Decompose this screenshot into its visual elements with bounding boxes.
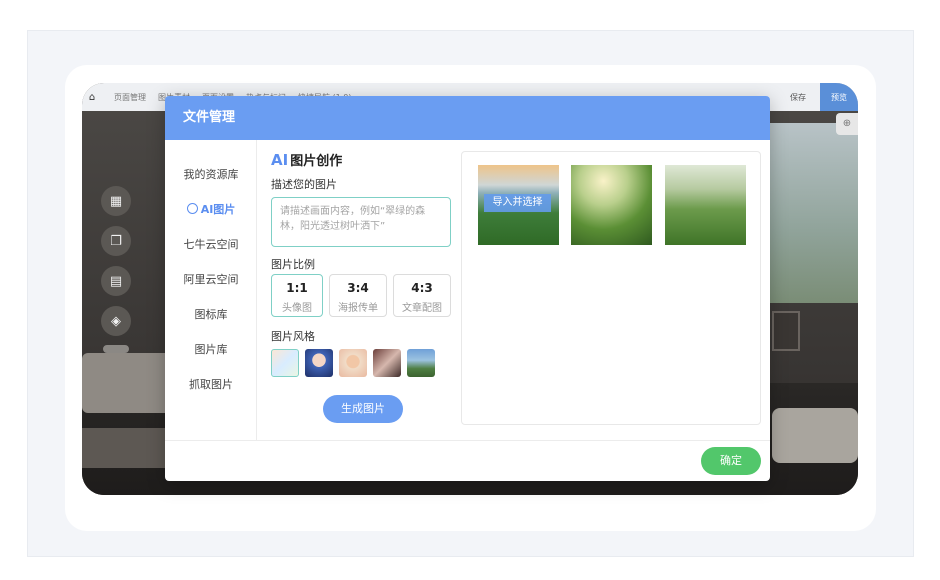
- style-option-cartoon[interactable]: [305, 349, 333, 377]
- fullscreen-icon[interactable]: ⊕: [836, 113, 858, 135]
- modal-sidebar: 我的资源库 AI图片 七牛云空间 阿里云空间 图标库 图片库 抓取图片: [165, 140, 257, 440]
- creator-title-text: 图片创作: [290, 154, 343, 169]
- generated-image-2[interactable]: [571, 165, 652, 245]
- ratio-desc: 文章配图: [402, 303, 442, 314]
- grid-icon[interactable]: ▦: [101, 186, 131, 216]
- style-option-cute[interactable]: [339, 349, 367, 377]
- ratio-value: 3:4: [347, 281, 369, 295]
- sidebar-item-my-library[interactable]: 我的资源库: [165, 166, 257, 182]
- sidebar-item-label: AI图片: [200, 203, 236, 216]
- room-table: [82, 428, 166, 468]
- style-label: 图片风格: [271, 330, 315, 343]
- generated-gallery: 导入并选择: [461, 151, 761, 425]
- topbar-item[interactable]: 页面管理: [114, 92, 146, 103]
- file-manager-modal: 文件管理 我的资源库 AI图片 七牛云空间 阿里云空间 图标库 图片库 抓取图片…: [165, 96, 770, 481]
- generated-image-3[interactable]: [665, 165, 746, 245]
- ai-creator-panel: AI 图片创作 描述您的图片 请描述画面内容，例如“翠绿的森林，阳光透过树叶洒下”…: [271, 140, 457, 440]
- ratio-desc: 头像图: [282, 303, 312, 314]
- save-button[interactable]: 保存: [790, 92, 806, 103]
- prompt-input[interactable]: 请描述画面内容，例如“翠绿的森林，阳光透过树叶洒下”: [271, 197, 451, 247]
- room-window: [770, 123, 858, 303]
- describe-label: 描述您的图片: [271, 178, 337, 191]
- preview-button[interactable]: 预览: [820, 83, 858, 111]
- sidebar-item-qiniu[interactable]: 七牛云空间: [165, 236, 257, 252]
- room-sofa-left: [82, 353, 172, 413]
- generate-image-button[interactable]: 生成图片: [323, 395, 403, 423]
- ratio-option-1-1[interactable]: 1:1 头像图: [271, 274, 323, 317]
- ratio-option-3-4[interactable]: 3:4 海报传单: [329, 274, 387, 317]
- style-option-landscape[interactable]: [407, 349, 435, 377]
- room-picture-frame: [772, 311, 800, 351]
- more-handle[interactable]: [103, 345, 129, 353]
- sidebar-item-icons[interactable]: 图标库: [165, 306, 257, 322]
- home-icon[interactable]: ⌂: [82, 92, 102, 103]
- sidebar-item-images[interactable]: 图片库: [165, 341, 257, 357]
- ratio-value: 1:1: [286, 281, 308, 295]
- ratio-option-4-3[interactable]: 4:3 文章配图: [393, 274, 451, 317]
- generated-image-1[interactable]: 导入并选择: [478, 165, 559, 245]
- style-option-default[interactable]: [271, 349, 299, 377]
- copy-icon[interactable]: ❐: [101, 226, 131, 256]
- document-icon[interactable]: ▤: [101, 266, 131, 296]
- footer-divider: [165, 440, 770, 441]
- layers-icon[interactable]: ◈: [101, 306, 131, 336]
- ratio-desc: 海报传单: [338, 303, 378, 314]
- ratio-value: 4:3: [411, 281, 433, 295]
- modal-title: 文件管理: [165, 96, 770, 140]
- room-sofa-right: [772, 408, 858, 463]
- sidebar-item-aliyun[interactable]: 阿里云空间: [165, 271, 257, 287]
- style-option-realistic[interactable]: [373, 349, 401, 377]
- confirm-button[interactable]: 确定: [701, 447, 761, 475]
- ai-logo: AI: [271, 151, 289, 169]
- import-select-button[interactable]: 导入并选择: [484, 194, 551, 212]
- ai-robot-icon: [186, 203, 198, 214]
- sidebar-item-grab[interactable]: 抓取图片: [165, 376, 257, 392]
- creator-title: AI 图片创作: [271, 150, 342, 169]
- ratio-label: 图片比例: [271, 258, 315, 271]
- sidebar-item-ai-image[interactable]: AI图片: [165, 201, 257, 217]
